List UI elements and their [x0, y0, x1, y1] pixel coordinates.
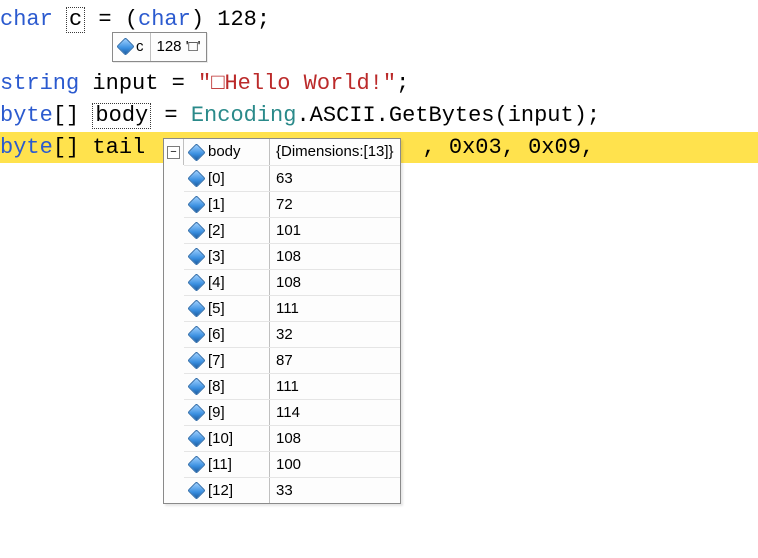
datatip-item-value: 32 [270, 322, 299, 347]
keyword-byte: byte [0, 135, 53, 160]
datatip-item-name: [5] [184, 296, 270, 321]
datatip-item-label: [2] [208, 220, 225, 242]
code-text: ) 128; [191, 7, 270, 32]
variable-tail: tail [92, 135, 145, 160]
field-icon [187, 455, 205, 473]
code-text: input = [79, 71, 198, 96]
code-line-2: string input = "□Hello World!"; [0, 68, 758, 100]
datatip-item-label: [11] [208, 454, 232, 476]
code-text: = ( [85, 7, 138, 32]
field-icon [187, 481, 205, 499]
keyword-char: char [0, 7, 53, 32]
datatip-item-name: [3] [184, 244, 270, 269]
datatip-body-items: [0]63[1]72[2]101[3]108[4]108[5]111[6]32[… [164, 165, 400, 503]
datatip-item-row[interactable]: [3] 108 [184, 243, 400, 269]
datatip-item-value: 114 [270, 400, 306, 425]
datatip-item-name: [10] [184, 426, 270, 451]
datatip-item-row[interactable]: [11] 100 [184, 451, 400, 477]
datatip-item-value: 87 [270, 348, 299, 373]
datatip-item-row[interactable]: [10] 108 [184, 425, 400, 451]
datatip-item-name: [12] [184, 478, 270, 503]
datatip-item-label: [3] [208, 246, 225, 268]
field-icon [116, 38, 134, 56]
datatip-item-name: [0] [184, 166, 270, 191]
datatip-item-row[interactable]: [4] 108 [184, 269, 400, 295]
datatip-item-row[interactable]: [7] 87 [184, 347, 400, 373]
code-text-trail: , 0x03, 0x09, [422, 135, 594, 160]
type-encoding: Encoding [191, 103, 297, 128]
field-icon [187, 247, 205, 265]
field-icon [187, 429, 205, 447]
datatip-item-name: [9] [184, 400, 270, 425]
field-icon [187, 299, 205, 317]
keyword-byte: byte [0, 103, 53, 128]
datatip-item-value: 108 [270, 426, 307, 451]
datatip-item-value: 100 [270, 452, 307, 477]
field-icon [187, 169, 205, 187]
datatip-value-text: 128 '□' [157, 36, 201, 58]
variable-body-hover-target[interactable]: body [92, 103, 151, 129]
keyword-string: string [0, 71, 79, 96]
datatip-item-row[interactable]: [12] 33 [184, 477, 400, 503]
field-icon [187, 195, 205, 213]
datatip-body[interactable]: − body {Dimensions:[13]} [0] 63 [1] 72 [2] 10… [163, 138, 401, 504]
field-icon [187, 325, 205, 343]
datatip-item-row[interactable]: [6] 32 [184, 321, 400, 347]
datatip-item-label: [12] [208, 480, 233, 502]
datatip-item-value: 72 [270, 192, 299, 217]
datatip-item-row[interactable]: [5] 111 [184, 295, 400, 321]
keyword-char-cast: char [138, 7, 191, 32]
datatip-body-header[interactable]: − body {Dimensions:[13]} [164, 139, 400, 165]
code-text: .ASCII.GetBytes(input); [296, 103, 600, 128]
field-icon [187, 351, 205, 369]
datatip-c-value: 128 '□' [150, 33, 207, 61]
datatip-item-name: [4] [184, 270, 270, 295]
datatip-item-label: [9] [208, 402, 225, 424]
datatip-item-name: [2] [184, 218, 270, 243]
datatip-item-value: 111 [270, 296, 305, 321]
code-line-3: byte[] body = Encoding.ASCII.GetBytes(in… [0, 100, 758, 132]
datatip-item-label: [1] [208, 194, 225, 216]
datatip-body-summary: {Dimensions:[13]} [276, 141, 394, 163]
datatip-c[interactable]: c 128 '□' [112, 32, 207, 62]
datatip-item-label: [10] [208, 428, 233, 450]
datatip-item-value: 111 [270, 374, 305, 399]
field-icon [187, 273, 205, 291]
datatip-item-name: [7] [184, 348, 270, 373]
datatip-item-name: [8] [184, 374, 270, 399]
datatip-c-name: c [113, 33, 150, 61]
variable-c-hover-target[interactable]: c [66, 7, 85, 33]
datatip-item-label: [4] [208, 272, 225, 294]
datatip-item-row[interactable]: [2] 101 [184, 217, 400, 243]
datatip-item-row[interactable]: [9] 114 [184, 399, 400, 425]
datatip-item-label: [7] [208, 350, 225, 372]
field-icon [187, 221, 205, 239]
datatip-item-row[interactable]: [0] 63 [184, 165, 400, 191]
datatip-item-name: [6] [184, 322, 270, 347]
datatip-item-label: [6] [208, 324, 225, 346]
datatip-item-name: [1] [184, 192, 270, 217]
datatip-item-value: 108 [270, 244, 307, 269]
field-icon [187, 377, 205, 395]
datatip-item-row[interactable]: [8] 111 [184, 373, 400, 399]
datatip-item-label: [5] [208, 298, 225, 320]
field-icon [187, 403, 205, 421]
field-icon [187, 143, 205, 161]
datatip-item-value: 101 [270, 218, 307, 243]
datatip-item-row[interactable]: [1] 72 [184, 191, 400, 217]
datatip-item-value: 108 [270, 270, 307, 295]
datatip-body-name: body [208, 141, 241, 163]
datatip-item-value: 63 [270, 166, 299, 191]
datatip-item-label: [8] [208, 376, 225, 398]
datatip-item-value: 33 [270, 478, 299, 503]
datatip-item-name: [11] [184, 452, 270, 477]
string-literal: "□Hello World!" [198, 71, 396, 96]
datatip-item-label: [0] [208, 168, 225, 190]
datatip-name-text: c [136, 36, 144, 58]
expand-toggle[interactable]: − [167, 146, 180, 159]
